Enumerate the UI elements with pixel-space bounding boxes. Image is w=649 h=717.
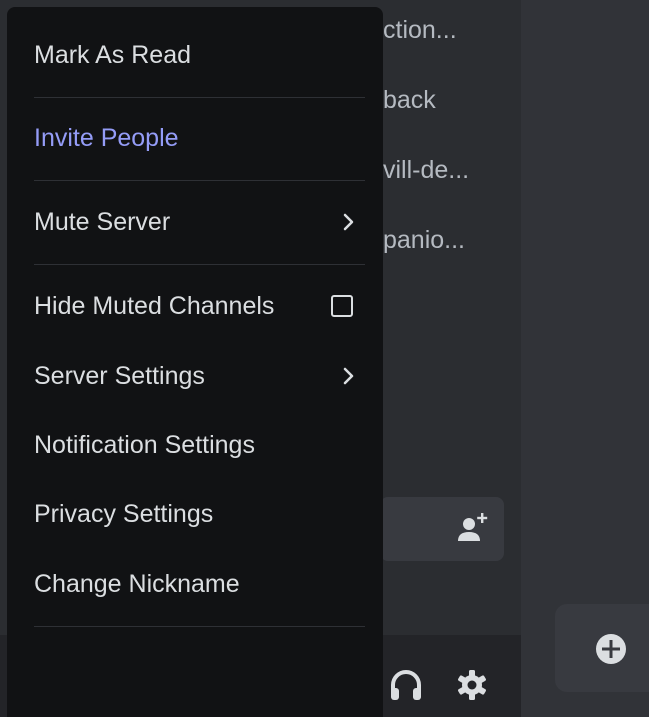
gear-icon[interactable] xyxy=(454,667,490,703)
menu-divider xyxy=(34,97,365,98)
menu-item-label: Mark As Read xyxy=(34,40,192,69)
channel-item[interactable]: back xyxy=(383,86,493,115)
menu-item-notification-settings[interactable]: Notification Settings xyxy=(34,420,356,470)
plus-circle-icon[interactable] xyxy=(591,629,631,669)
menu-item-privacy-settings[interactable]: Privacy Settings xyxy=(34,489,356,539)
menu-item-mute-server[interactable]: Mute Server xyxy=(34,197,356,247)
discord-screen: ction... back vill-de... panio... Mark A… xyxy=(0,0,649,717)
server-context-menu: Mark As Read Invite People Mute Server H… xyxy=(7,7,383,717)
menu-item-label: Notification Settings xyxy=(34,430,255,459)
channel-item[interactable]: vill-de... xyxy=(383,156,493,185)
channel-item[interactable]: ction... xyxy=(383,16,493,45)
add-user-icon[interactable] xyxy=(455,510,491,546)
menu-item-server-settings[interactable]: Server Settings xyxy=(34,351,356,401)
channel-item[interactable]: panio... xyxy=(383,226,493,255)
menu-item-label: Privacy Settings xyxy=(34,499,214,528)
menu-item-label: Server Settings xyxy=(34,361,205,390)
menu-item-mark-as-read[interactable]: Mark As Read xyxy=(34,30,356,80)
hide-muted-checkbox[interactable] xyxy=(331,295,353,317)
chevron-right-icon xyxy=(343,367,354,385)
menu-item-invite-people[interactable]: Invite People xyxy=(34,113,356,163)
menu-item-label: Change Nickname xyxy=(34,569,240,598)
menu-divider xyxy=(34,264,365,265)
menu-item-change-nickname[interactable]: Change Nickname xyxy=(34,559,356,609)
menu-item-label: Invite People xyxy=(34,123,179,152)
menu-divider xyxy=(34,626,365,627)
menu-item-label: Hide Muted Channels xyxy=(34,291,275,320)
menu-divider xyxy=(34,180,365,181)
menu-item-label: Mute Server xyxy=(34,207,171,236)
headphones-icon[interactable] xyxy=(388,667,424,703)
chevron-right-icon xyxy=(343,213,354,231)
menu-item-hide-muted-channels[interactable]: Hide Muted Channels xyxy=(34,281,356,331)
